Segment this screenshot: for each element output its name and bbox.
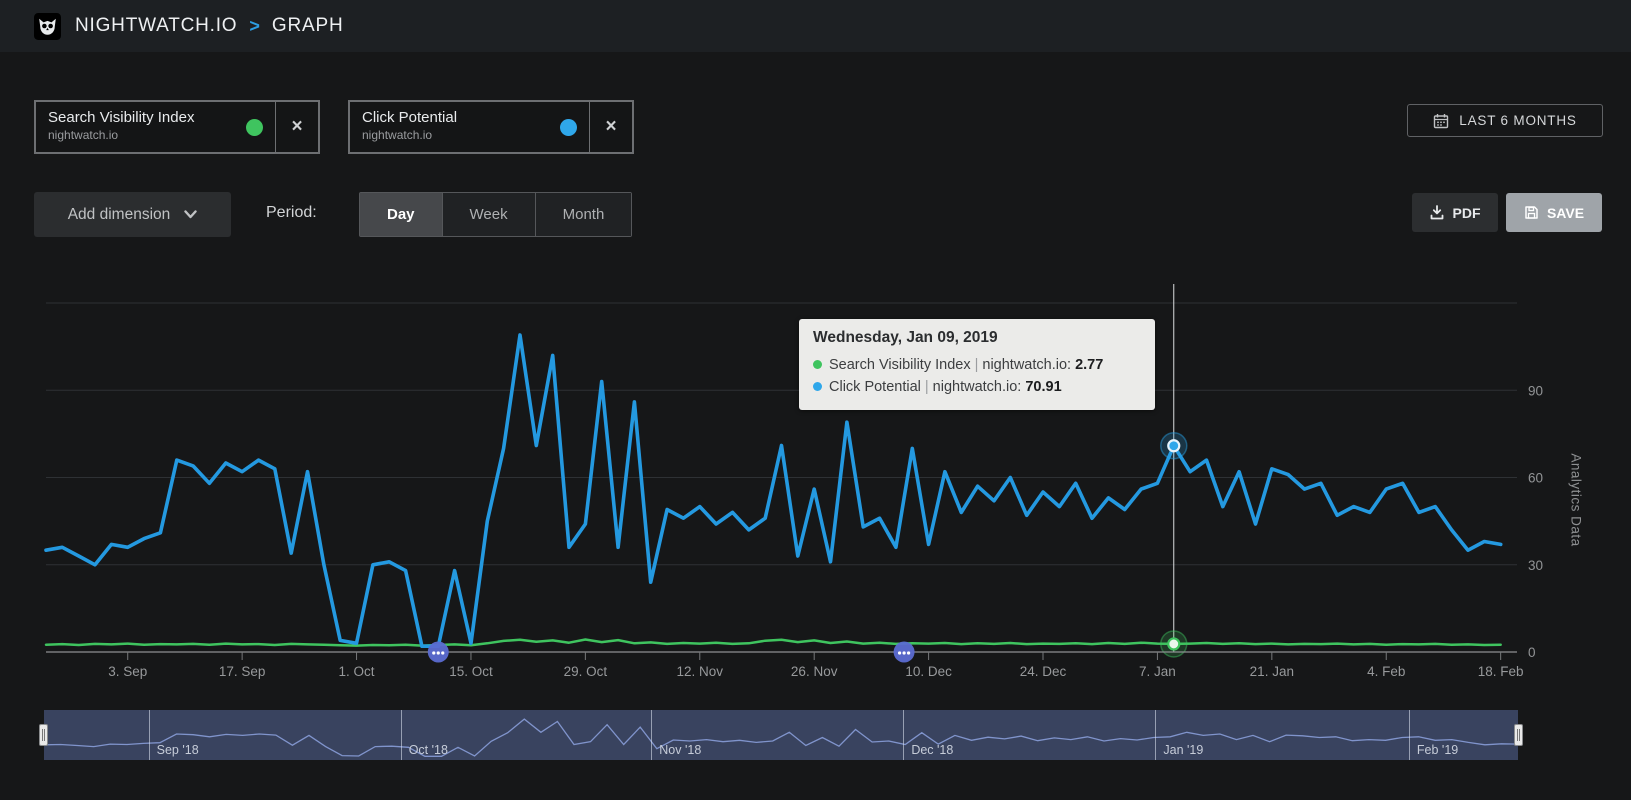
x-tick-label: 15. Oct	[449, 664, 493, 679]
nightwatch-graph-page: { "topbar": {"brand": "NIGHTWATCH.IO", "…	[0, 0, 1631, 800]
calendar-icon	[1434, 113, 1449, 128]
period-option-week[interactable]: Week	[442, 193, 536, 236]
remove-metric-button[interactable]: ×	[589, 102, 632, 152]
navigator-month-gridline	[1155, 710, 1157, 760]
navigator-mini-chart	[44, 718, 1518, 757]
date-range-button[interactable]: LAST 6 MONTHS	[1407, 104, 1603, 137]
save-button-label: SAVE	[1546, 204, 1585, 221]
x-tick-label: 10. Dec	[905, 664, 952, 679]
metric-title: Search Visibility Index	[48, 109, 195, 126]
floppy-disk-icon	[1525, 206, 1538, 219]
save-button[interactable]: SAVE	[1506, 193, 1602, 232]
metric-title: Click Potential	[362, 109, 458, 126]
navigator-line	[44, 718, 1518, 757]
note-marker-dot	[436, 651, 440, 655]
add-dimension-dropdown[interactable]: Add dimension	[34, 192, 231, 237]
period-option-month[interactable]: Month	[535, 193, 632, 236]
navigator-month-gridline	[400, 710, 402, 760]
tooltip-rows: Search Visibility Index | nightwatch.io: 2…	[813, 354, 1141, 398]
x-tick-label: 7. Jan	[1139, 664, 1176, 679]
navigator-month-gridline	[1408, 710, 1410, 760]
navigator-right-handle[interactable]	[1514, 724, 1523, 746]
y-tick-label: 0	[1528, 645, 1536, 660]
navigator-month-label: Nov '18	[659, 743, 702, 757]
y-tick-label: 30	[1528, 558, 1543, 573]
tooltip-row: Click Potential | nightwatch.io: 70.91	[813, 376, 1141, 398]
tooltip-bullet-icon	[813, 360, 822, 369]
series-color-dot-blue	[560, 118, 577, 136]
note-marker-dot	[441, 651, 445, 655]
tooltip-bullet-icon	[813, 382, 822, 391]
download-icon	[1430, 205, 1443, 220]
navigator-month-label: Jan '19	[1163, 743, 1204, 757]
x-tick-label: 17. Sep	[219, 664, 266, 679]
brand-name[interactable]: NIGHTWATCH.IO	[75, 15, 237, 37]
add-dimension-label: Add dimension	[67, 205, 171, 223]
remove-metric-button[interactable]: ×	[275, 102, 318, 152]
series-color-dot-green	[246, 118, 263, 136]
x-tick-label: 21. Jan	[1250, 664, 1294, 679]
x-tick-label: 29. Oct	[564, 664, 608, 679]
analytics-chart[interactable]: 3. Sep 17. Sep 1. Oct 15. Oct 29. Oct 12. Nov…	[0, 270, 1631, 700]
page-title: GRAPH	[271, 15, 344, 36]
note-marker-dot	[432, 651, 436, 655]
chart-tooltip: Wednesday, Jan 09, 2019 Search Visibilit…	[799, 319, 1155, 410]
note-marker-dot	[897, 651, 902, 655]
note-marker-dot	[906, 651, 911, 655]
x-tick-label: 3. Sep	[108, 664, 147, 679]
tooltip-row: Search Visibility Index | nightwatch.io: 2…	[813, 354, 1141, 376]
chevron-down-icon	[184, 210, 197, 219]
tooltip-date: Wednesday, Jan 09, 2019	[813, 329, 998, 346]
search-visibility-line	[44, 638, 1502, 647]
x-tick-label: 26. Nov	[791, 664, 838, 679]
navigator-month-label: Sep '18	[156, 743, 199, 757]
highlight-point-search-visibility[interactable]	[1167, 637, 1181, 651]
x-tick-label: 1. Oct	[339, 664, 375, 679]
navigator-month-gridline	[903, 710, 905, 760]
note-marker-dot	[902, 651, 906, 655]
metric-card-search-visibility[interactable]: Search Visibility Index nightwatch.io ×	[34, 100, 320, 154]
pdf-button-label: PDF	[1452, 204, 1481, 221]
highlight-point-click-potential[interactable]	[1167, 439, 1181, 453]
timeline-navigator[interactable]: Sep '18 Oct '18 Nov '18 Dec '18 Jan '19 Feb '…	[39, 710, 1523, 760]
metric-source: nightwatch.io	[362, 128, 433, 142]
nightwatch-owl-logo-icon	[34, 12, 61, 40]
x-tick-label: 12. Nov	[677, 664, 724, 679]
x-tick-label: 24. Dec	[1020, 664, 1067, 679]
y-tick-label: 90	[1528, 383, 1543, 398]
x-tick-label: 18. Feb	[1478, 664, 1524, 679]
breadcrumb-chevron-icon: >	[249, 15, 260, 36]
navigator-month-gridline	[148, 710, 150, 760]
navigator-left-handle[interactable]	[39, 724, 48, 746]
metric-card-click-potential[interactable]: Click Potential nightwatch.io ×	[348, 100, 634, 154]
navigator-month-label: Dec '18	[911, 743, 954, 757]
period-option-day[interactable]: Day	[360, 193, 443, 236]
top-navigation-bar: NIGHTWATCH.IO > GRAPH	[0, 0, 1631, 52]
date-range-label: LAST 6 MONTHS	[1459, 113, 1577, 128]
metric-card-meta: Click Potential nightwatch.io	[350, 102, 560, 152]
navigator-month-label: Oct '18	[408, 743, 448, 757]
export-pdf-button[interactable]: PDF	[1412, 193, 1498, 232]
metric-card-meta: Search Visibility Index nightwatch.io	[36, 102, 246, 152]
metric-source: nightwatch.io	[48, 128, 119, 142]
y-tick-label: 60	[1528, 471, 1543, 486]
period-segmented-control: Day Week Month	[359, 192, 633, 237]
navigator-month-gridline	[651, 710, 653, 760]
navigator-month-label: Feb '19	[1416, 743, 1459, 757]
period-label: Period:	[266, 204, 317, 221]
x-tick-label: 4. Feb	[1367, 664, 1405, 679]
click-potential-line	[44, 333, 1503, 649]
